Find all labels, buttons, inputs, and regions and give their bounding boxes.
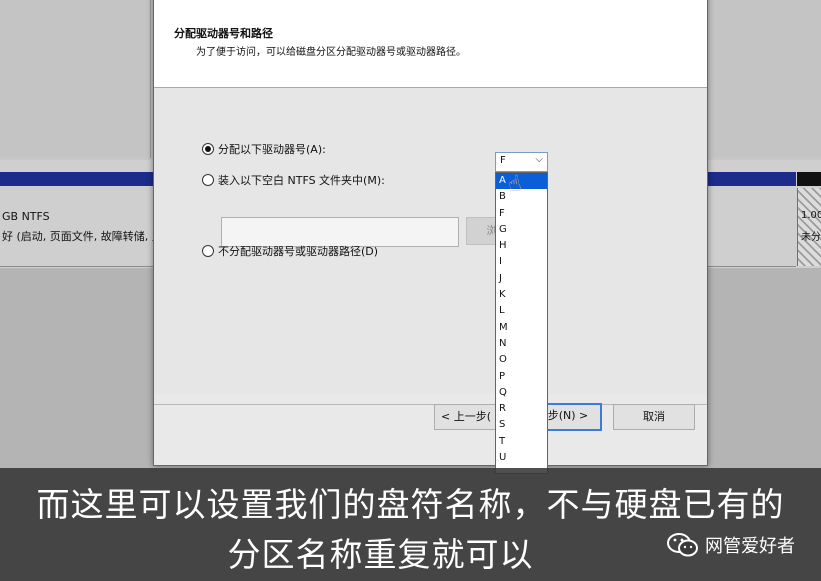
- option-label: 分配以下驱动器号(A):: [218, 143, 326, 156]
- drive-letter-option[interactable]: G: [496, 222, 547, 238]
- chevron-down-icon[interactable]: ⌵: [535, 154, 543, 165]
- drive-letter-option[interactable]: P: [496, 369, 547, 385]
- background-cell: [712, 0, 821, 158]
- drive-letter-option[interactable]: U: [496, 450, 547, 466]
- drive-letter-option[interactable]: M: [496, 320, 547, 336]
- option-no-letter[interactable]: 不分配驱动器号或驱动器路径(D): [202, 243, 378, 259]
- drive-letter-option[interactable]: Q: [496, 385, 547, 401]
- background-cell: [0, 0, 151, 158]
- drive-letter-option[interactable]: O: [496, 352, 547, 368]
- radio-button[interactable]: [202, 245, 214, 257]
- dialog-body: 分配以下驱动器号(A): 装入以下空白 NTFS 文件夹中(M): 浏 不分配驱…: [154, 88, 707, 394]
- partition-status: 未分: [801, 232, 821, 243]
- option-assign-letter[interactable]: 分配以下驱动器号(A):: [202, 141, 326, 157]
- partition-block-system[interactable]: GB NTFS 好 (启动, 页面文件, 故障转储, 主: [0, 188, 163, 267]
- drive-letter-dropdown-list[interactable]: ABFGHIJKLMNOPQRSTU: [495, 172, 548, 474]
- cancel-button[interactable]: 取消: [613, 404, 695, 430]
- disk-stripe-left: [0, 172, 160, 186]
- drive-letter-option[interactable]: S: [496, 417, 547, 433]
- disk-stripe-right: [708, 172, 796, 186]
- drive-letter-option[interactable]: I: [496, 254, 547, 270]
- drive-letter-option[interactable]: N: [496, 336, 547, 352]
- partition-status: 好 (启动, 页面文件, 故障转储, 主: [2, 230, 163, 243]
- watermark-text: 网管爱好者: [705, 536, 795, 557]
- partition-size: 1.00: [801, 210, 821, 221]
- assign-drive-letter-dialog: ✕ 分配驱动器号和路径 为了便于访问，可以给磁盘分区分配驱动器号或驱动器路径。 …: [153, 0, 708, 466]
- partition-size: GB NTFS: [2, 210, 50, 223]
- drive-letter-option[interactable]: K: [496, 287, 547, 303]
- option-label: 装入以下空白 NTFS 文件夹中(M):: [218, 174, 385, 187]
- radio-button-selected[interactable]: [202, 143, 214, 155]
- header-title: 分配驱动器号和路径: [174, 27, 273, 40]
- drive-letter-option[interactable]: H: [496, 238, 547, 254]
- option-mount-folder[interactable]: 装入以下空白 NTFS 文件夹中(M):: [202, 172, 385, 188]
- header-subtitle: 为了便于访问，可以给磁盘分区分配驱动器号或驱动器路径。: [196, 47, 466, 58]
- watermark: 网管爱好者: [667, 532, 795, 558]
- drive-letter-option[interactable]: J: [496, 271, 547, 287]
- subtitle-line-1: 而这里可以设置我们的盘符名称，不与硬盘已有的: [36, 485, 785, 524]
- wechat-icon: [667, 532, 699, 558]
- partition-block-right[interactable]: [708, 188, 796, 267]
- drive-letter-option[interactable]: T: [496, 434, 547, 450]
- drive-letter-combobox[interactable]: F ⌵: [495, 152, 548, 172]
- drive-letter-option[interactable]: F: [496, 206, 547, 222]
- option-label: 不分配驱动器号或驱动器路径(D): [218, 245, 379, 258]
- dialog-header: 分配驱动器号和路径 为了便于访问，可以给磁盘分区分配驱动器号或驱动器路径。: [154, 5, 707, 88]
- combobox-value: F: [500, 155, 506, 166]
- partition-block-unallocated[interactable]: 1.00 未分: [797, 188, 821, 266]
- drive-letter-option[interactable]: R: [496, 401, 547, 417]
- radio-button[interactable]: [202, 174, 214, 186]
- video-subtitle-band: 而这里可以设置我们的盘符名称，不与硬盘已有的 分区名称重复就可以: [0, 468, 821, 581]
- back-button[interactable]: < 上一步(: [434, 404, 498, 430]
- disk-stripe-unallocated: [797, 172, 821, 186]
- drive-letter-option[interactable]: L: [496, 303, 547, 319]
